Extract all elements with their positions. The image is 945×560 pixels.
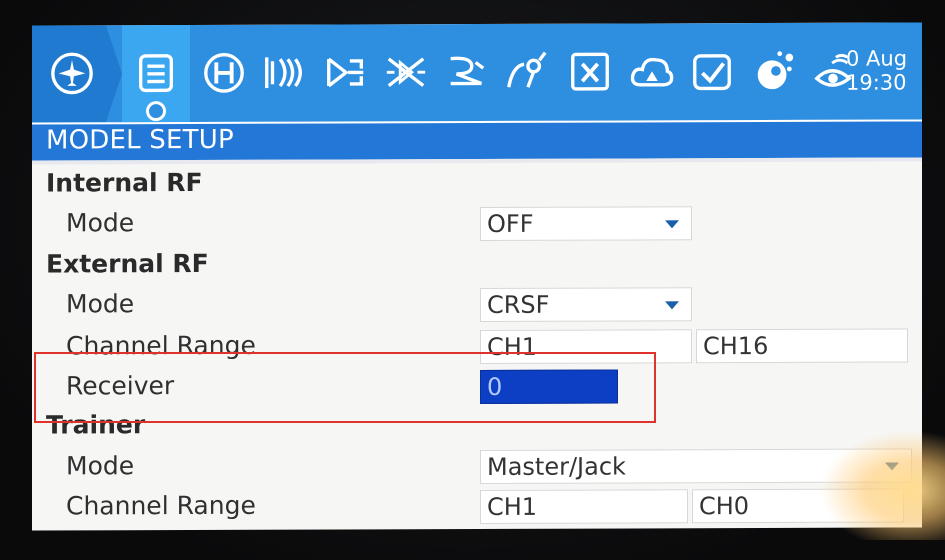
special-functions-icon[interactable] bbox=[688, 47, 736, 95]
trainer-channel-range-row: Channel Range CH1 CH0 bbox=[32, 486, 922, 529]
trainer-mode-row: Mode Master/Jack bbox=[32, 446, 922, 489]
inputs-icon[interactable] bbox=[322, 48, 370, 96]
dropdown-value: Master/Jack bbox=[487, 452, 626, 481]
section-internal-rf: Internal RF bbox=[32, 163, 922, 206]
lua-scripts-icon[interactable] bbox=[750, 47, 798, 95]
global-variables-icon[interactable] bbox=[566, 48, 614, 96]
outputs-icon[interactable] bbox=[442, 48, 490, 96]
clock: 0 Aug 19:30 bbox=[846, 46, 916, 94]
mixer-icon[interactable] bbox=[382, 48, 430, 96]
channel-end-field[interactable]: CH16 bbox=[696, 328, 908, 364]
lcd-screen: 0 Aug 19:30 MODEL SETUP Internal RF Mode… bbox=[32, 22, 922, 531]
external-rf-mode-row: Mode CRSF bbox=[32, 284, 922, 327]
dropdown-arrow-icon bbox=[665, 301, 679, 310]
airplane-icon[interactable] bbox=[48, 49, 96, 97]
dropdown-value: OFF bbox=[487, 209, 534, 238]
trainer-channel-start-field[interactable]: CH1 bbox=[480, 489, 688, 524]
field-label: Mode bbox=[66, 208, 135, 238]
highlight-annotation bbox=[34, 352, 656, 423]
section-external-rf: External RF bbox=[32, 244, 922, 287]
curves-icon[interactable] bbox=[502, 48, 550, 96]
field-value: CH16 bbox=[703, 331, 769, 361]
field-label: Mode bbox=[66, 289, 135, 319]
section-label: External RF bbox=[46, 248, 209, 279]
heli-icon[interactable] bbox=[200, 49, 248, 97]
active-tab-indicator bbox=[146, 101, 166, 122]
internal-rf-mode-dropdown[interactable]: OFF bbox=[480, 206, 692, 241]
dropdown-value: CRSF bbox=[487, 290, 550, 319]
page-title: MODEL SETUP bbox=[46, 124, 234, 156]
external-rf-mode-dropdown[interactable]: CRSF bbox=[480, 287, 692, 322]
field-label: Channel Range bbox=[66, 490, 256, 521]
clock-date: 0 Aug bbox=[846, 46, 908, 71]
logical-switches-icon[interactable] bbox=[628, 47, 676, 95]
internal-rf-mode-row: Mode OFF bbox=[32, 203, 922, 246]
light-glare bbox=[820, 430, 945, 540]
flight-modes-icon[interactable] bbox=[260, 49, 308, 97]
page-title-bar: MODEL SETUP bbox=[32, 119, 922, 161]
field-label: Mode bbox=[66, 451, 135, 481]
model-setup-icon[interactable] bbox=[132, 49, 180, 97]
field-value: CH1 bbox=[487, 492, 538, 521]
section-label: Internal RF bbox=[46, 167, 203, 198]
field-value: CH0 bbox=[699, 492, 750, 521]
dropdown-arrow-icon bbox=[665, 220, 679, 229]
top-toolbar: 0 Aug 19:30 bbox=[32, 22, 922, 123]
clock-time: 19:30 bbox=[846, 70, 907, 95]
